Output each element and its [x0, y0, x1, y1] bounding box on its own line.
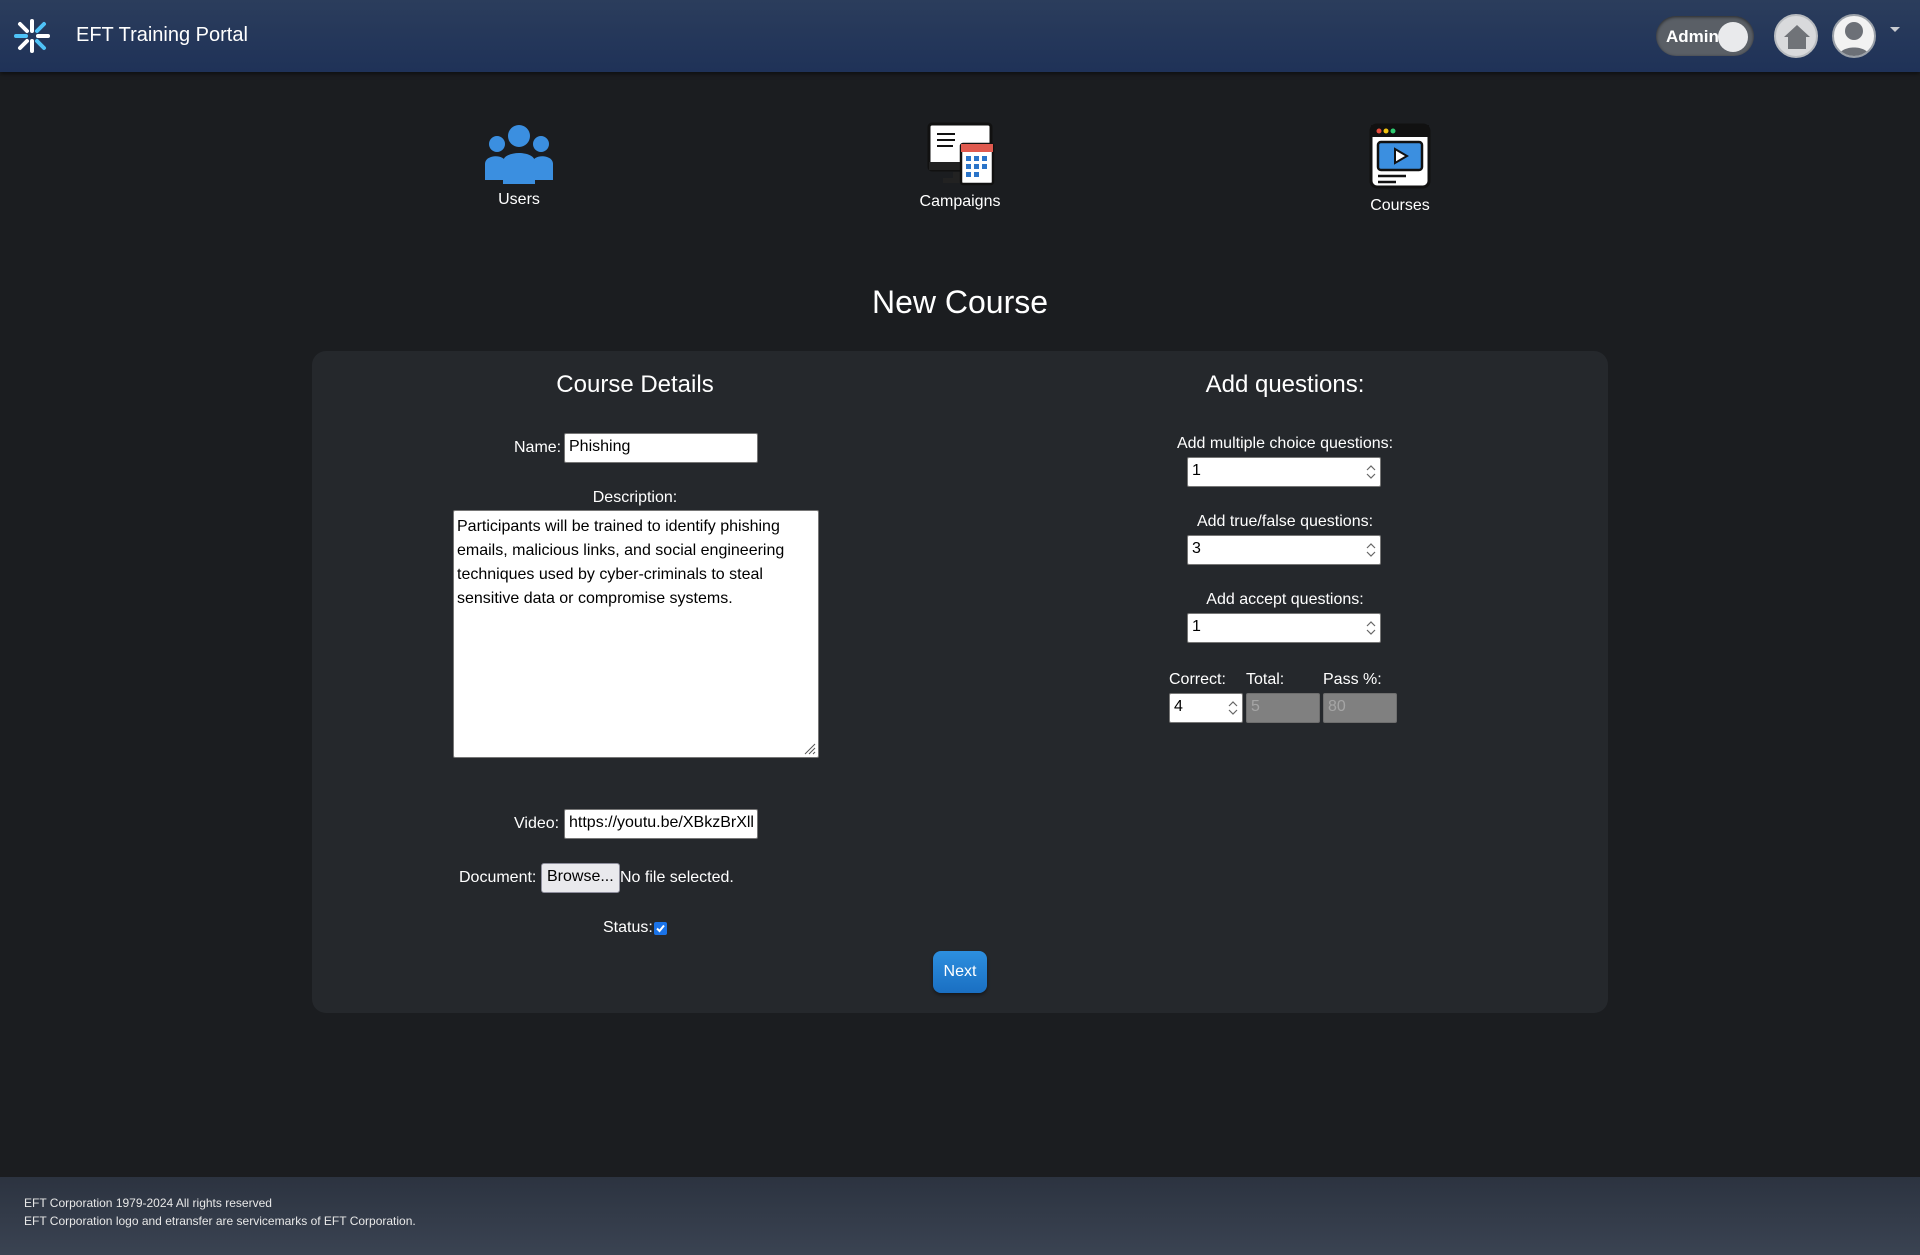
- multiple-choice-stepper[interactable]: 1: [1187, 457, 1381, 487]
- video-label: Video:: [514, 815, 560, 832]
- users-icon: [485, 125, 553, 184]
- app-title[interactable]: EFT Training Portal: [76, 24, 248, 47]
- page-title: New Course: [871, 284, 1049, 320]
- nav-campaigns-label: Campaigns: [919, 193, 1001, 210]
- toggle-knob: [1718, 22, 1748, 52]
- status-checkbox[interactable]: [654, 922, 667, 935]
- accept-stepper[interactable]: 1: [1187, 613, 1381, 643]
- name-input[interactable]: Phishing: [564, 433, 758, 463]
- nav-courses-label: Courses: [1370, 197, 1430, 214]
- next-button[interactable]: Next: [933, 951, 987, 993]
- pass-percent-field: 80: [1323, 693, 1397, 723]
- nav-courses[interactable]: Courses: [1350, 122, 1450, 215]
- admin-toggle-label: Admin: [1666, 27, 1719, 46]
- correct-label: Correct:: [1169, 671, 1226, 688]
- name-label: Name:: [514, 439, 562, 456]
- browse-button[interactable]: Browse...: [541, 863, 620, 893]
- multiple-choice-value: 1: [1192, 462, 1201, 479]
- description-text: Participants will be trained to identify…: [457, 518, 785, 607]
- spinner-arrows-icon[interactable]: [1364, 618, 1378, 638]
- document-label: Document:: [459, 869, 537, 886]
- user-avatar-icon: [1838, 22, 1870, 56]
- resize-grip-icon[interactable]: [804, 743, 816, 755]
- total-field: 5: [1246, 693, 1320, 723]
- nav-users[interactable]: Users: [474, 122, 564, 209]
- chevron-down-icon[interactable]: [1890, 27, 1900, 32]
- accept-label: Add accept questions:: [1206, 591, 1364, 608]
- true-false-label: Add true/false questions:: [1196, 513, 1374, 530]
- course-details-heading: Course Details: [556, 371, 714, 398]
- top-navbar: EFT Training Portal Admin: [0, 0, 1920, 72]
- checkmark-icon: [656, 924, 665, 933]
- new-course-form: Course Details Name: Phishing Descriptio…: [312, 351, 1608, 1013]
- video-course-icon: [1369, 123, 1431, 189]
- footer-copyright: EFT Corporation 1979-2024 All rights res…: [24, 1196, 272, 1210]
- add-questions-heading: Add questions:: [1205, 371, 1365, 398]
- spinner-arrows-icon[interactable]: [1364, 540, 1378, 560]
- spinner-arrows-icon[interactable]: [1226, 698, 1240, 718]
- footer: EFT Corporation 1979-2024 All rights res…: [0, 1177, 1920, 1255]
- file-status-text: No file selected.: [620, 869, 734, 886]
- home-icon: [1784, 25, 1810, 49]
- pass-percent-label: Pass %:: [1323, 671, 1382, 688]
- status-label: Status:: [603, 919, 653, 936]
- total-label: Total:: [1246, 671, 1285, 688]
- correct-stepper[interactable]: 4: [1169, 693, 1243, 723]
- nav-campaigns[interactable]: Campaigns: [900, 122, 1020, 211]
- spinner-arrows-icon[interactable]: [1364, 462, 1378, 482]
- true-false-stepper[interactable]: 3: [1187, 535, 1381, 565]
- multiple-choice-label: Add multiple choice questions:: [1176, 435, 1394, 452]
- video-url-input[interactable]: https://youtu.be/XBkzBrXll: [564, 809, 758, 839]
- correct-value: 4: [1174, 698, 1183, 715]
- profile-button[interactable]: [1832, 14, 1876, 58]
- true-false-value: 3: [1192, 540, 1201, 557]
- asterisk-logo-icon[interactable]: [12, 18, 52, 54]
- home-button[interactable]: [1774, 14, 1818, 58]
- description-textarea[interactable]: Participants will be trained to identify…: [453, 510, 819, 758]
- accept-value: 1: [1192, 618, 1201, 635]
- nav-users-label: Users: [498, 191, 540, 208]
- admin-toggle[interactable]: Admin: [1656, 16, 1754, 56]
- description-label: Description:: [592, 489, 678, 506]
- campaigns-icon: [927, 122, 995, 186]
- footer-servicemark: EFT Corporation logo and etransfer are s…: [24, 1214, 416, 1228]
